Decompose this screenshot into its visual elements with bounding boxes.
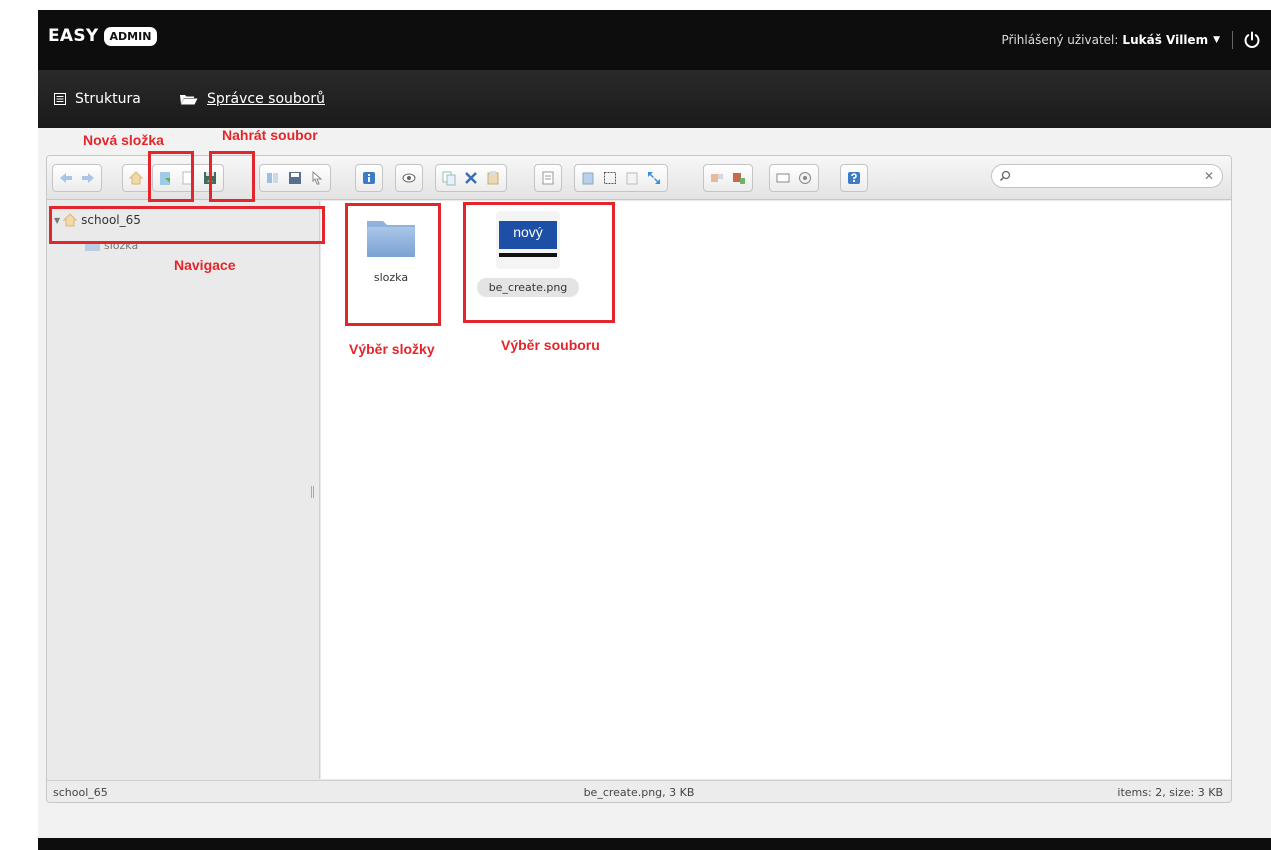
toolbar-group-home: [122, 164, 150, 192]
paste-icon[interactable]: [484, 169, 502, 187]
top-bar: EASY ADMIN Přihlášený uživatel: Lukáš Vi…: [38, 10, 1271, 70]
app-window: EASY ADMIN Přihlášený uživatel: Lukáš Vi…: [38, 10, 1271, 850]
file-item-folder[interactable]: slozka: [341, 217, 441, 284]
resize-icon[interactable]: [645, 169, 663, 187]
info-icon[interactable]: [360, 169, 378, 187]
folder-icon: [85, 240, 100, 251]
back-icon[interactable]: [57, 169, 75, 187]
annotation-upload-file: Nahrát soubor: [222, 127, 318, 143]
annotation-new-folder: Nová složka: [83, 132, 164, 148]
help-icon[interactable]: [845, 169, 863, 187]
toolbar-group-archive: [703, 164, 753, 192]
folder-icon: [367, 221, 415, 257]
file-manager: ✕ ▼ school_65 slozka slozka nový be_crea…: [46, 155, 1232, 803]
list-icon: [54, 93, 66, 105]
extract-icon[interactable]: [708, 169, 726, 187]
select-icon[interactable]: [308, 169, 326, 187]
copy-icon[interactable]: [440, 169, 458, 187]
invert-icon[interactable]: [623, 169, 641, 187]
nav-label-structure: Struktura: [75, 91, 141, 107]
sort-icon[interactable]: [796, 169, 814, 187]
folder-open-icon: [180, 95, 198, 105]
status-selected: be_create.png, 3 KB: [583, 786, 695, 799]
copy-icon[interactable]: [264, 169, 282, 187]
tree-item-slozka[interactable]: slozka: [85, 239, 138, 252]
forward-icon[interactable]: [79, 169, 97, 187]
divider: [1232, 31, 1233, 49]
status-summary: items: 2, size: 3 KB: [1117, 786, 1223, 799]
logo-badge: ADMIN: [103, 26, 158, 46]
toolbar-group-create: [152, 164, 224, 192]
app-logo[interactable]: EASY ADMIN: [48, 26, 158, 46]
search-input[interactable]: ✕: [991, 164, 1223, 188]
toolbar-group-preview: [395, 164, 423, 192]
archive-icon[interactable]: [730, 169, 748, 187]
annotation-file-select: Výběr souboru: [501, 337, 600, 353]
view-icon[interactable]: [774, 169, 792, 187]
file-manager-toolbar: ✕: [47, 156, 1231, 200]
close-icon[interactable]: ✕: [1204, 169, 1214, 183]
main-nav: Struktura Správce souborů: [38, 70, 1271, 128]
file-list: slozka nový be_create.png: [321, 201, 1231, 779]
home-icon[interactable]: [127, 169, 145, 187]
file-name: slozka: [373, 271, 409, 284]
toolbar-group-help: [840, 164, 868, 192]
edit-icon[interactable]: [539, 169, 557, 187]
user-label: Přihlášený uživatel:: [1001, 33, 1119, 47]
new-file-icon[interactable]: [179, 169, 197, 187]
tree-item-root[interactable]: ▼ school_65: [54, 212, 141, 228]
power-icon[interactable]: [1243, 31, 1261, 49]
toolbar-group-view: [769, 164, 819, 192]
user-area: Přihlášený uživatel: Lukáš Villem ▼: [1002, 31, 1261, 49]
toolbar-group-edit: [259, 164, 331, 192]
nav-item-file-manager[interactable]: Správce souborů: [180, 91, 325, 107]
chevron-down-icon[interactable]: ▼: [1213, 35, 1220, 45]
bottom-bar: [38, 838, 1271, 850]
resize-handle[interactable]: [311, 486, 314, 498]
toolbar-group-rename: [534, 164, 562, 192]
save-icon[interactable]: [286, 169, 304, 187]
navigation-tree: ▼ school_65 slozka: [47, 201, 320, 779]
annotation-folder-select: Výběr složky: [349, 341, 435, 357]
duplicate-icon[interactable]: [579, 169, 597, 187]
status-bar: school_65 be_create.png, 3 KB items: 2, …: [47, 780, 1231, 802]
image-thumbnail: nový: [496, 211, 560, 269]
toolbar-group-selection: [574, 164, 668, 192]
new-folder-icon[interactable]: [157, 169, 175, 187]
home-icon: [62, 213, 78, 227]
upload-icon[interactable]: [201, 169, 219, 187]
chevron-down-icon[interactable]: ▼: [54, 216, 60, 225]
search-icon: [999, 170, 1011, 182]
preview-icon[interactable]: [400, 169, 418, 187]
annotation-navigation: Navigace: [174, 257, 236, 273]
select-all-icon[interactable]: [601, 169, 619, 187]
file-item-image[interactable]: nový be_create.png: [463, 211, 593, 297]
toolbar-group-clipboard: [435, 164, 507, 192]
toolbar-group-history: [52, 164, 102, 192]
tree-root-label: school_65: [81, 213, 141, 227]
toolbar-group-info: [355, 164, 383, 192]
file-name: be_create.png: [476, 278, 580, 297]
thumbnail-text: nový: [513, 224, 543, 240]
nav-label-file-manager: Správce souborů: [207, 91, 325, 107]
tree-child-label: slozka: [104, 239, 139, 252]
nav-item-structure[interactable]: Struktura: [54, 91, 141, 107]
user-name[interactable]: Lukáš Villem: [1122, 33, 1208, 47]
thumbnail-stripe: [499, 253, 557, 257]
logo-text: EASY: [48, 26, 99, 46]
cut-icon[interactable]: [462, 169, 480, 187]
